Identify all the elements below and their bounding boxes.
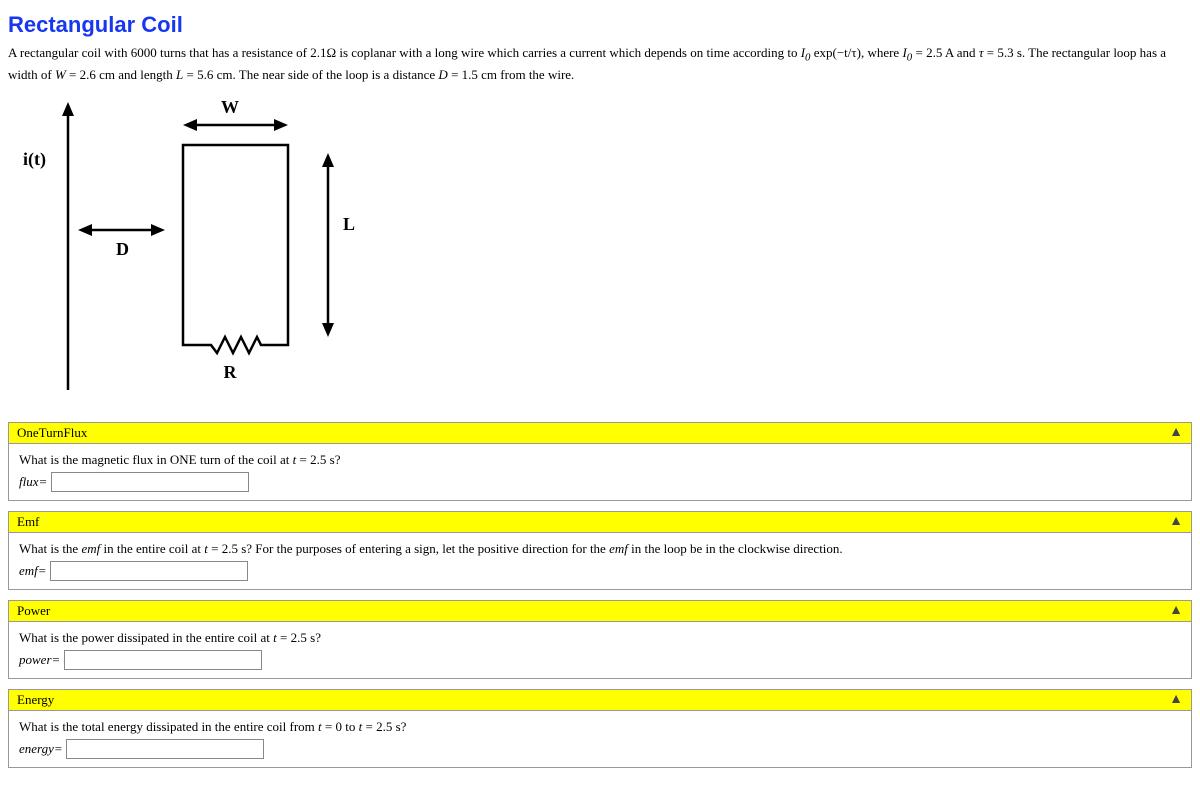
section-emf: Emf ▲ What is the emf in the entire coil… [8,511,1192,590]
power-label: power= [19,652,60,667]
section-energy-title: Energy [17,692,54,708]
flux-input[interactable] [51,472,249,492]
section-energy-header[interactable]: Energy ▲ [9,690,1191,711]
section-power-header[interactable]: Power ▲ [9,601,1191,622]
diagram-w-label: W [221,97,239,117]
energy-question: What is the total energy dissipated in t… [19,719,1181,735]
section-energy: Energy ▲ What is the total energy dissip… [8,689,1192,768]
section-power: Power ▲ What is the power dissipated in … [8,600,1192,679]
circuit-diagram: i(t) D W R L [8,90,1192,404]
section-power-title: Power [17,603,50,619]
power-input[interactable] [64,650,262,670]
flux-question: What is the magnetic flux in ONE turn of… [19,452,1181,468]
power-question: What is the power dissipated in the enti… [19,630,1181,646]
flux-label: flux= [19,474,47,489]
energy-label: energy= [19,741,63,756]
diagram-i-label: i(t) [23,149,46,170]
section-emf-header[interactable]: Emf ▲ [9,512,1191,533]
section-emf-title: Emf [17,514,39,530]
page-title: Rectangular Coil [8,12,1192,38]
emf-question: What is the emf in the entire coil at t … [19,541,1181,557]
diagram-l-label: L [343,214,355,234]
section-flux: OneTurnFlux ▲ What is the magnetic flux … [8,422,1192,501]
chevron-up-icon: ▲ [1169,692,1183,708]
chevron-up-icon: ▲ [1169,425,1183,441]
diagram-d-label: D [116,239,129,259]
section-flux-title: OneTurnFlux [17,425,87,441]
emf-input[interactable] [50,561,248,581]
problem-statement: A rectangular coil with 6000 turns that … [8,44,1192,84]
chevron-up-icon: ▲ [1169,603,1183,619]
emf-label: emf= [19,563,47,578]
section-flux-header[interactable]: OneTurnFlux ▲ [9,423,1191,444]
energy-input[interactable] [66,739,264,759]
chevron-up-icon: ▲ [1169,514,1183,530]
diagram-r-label: R [224,362,238,382]
